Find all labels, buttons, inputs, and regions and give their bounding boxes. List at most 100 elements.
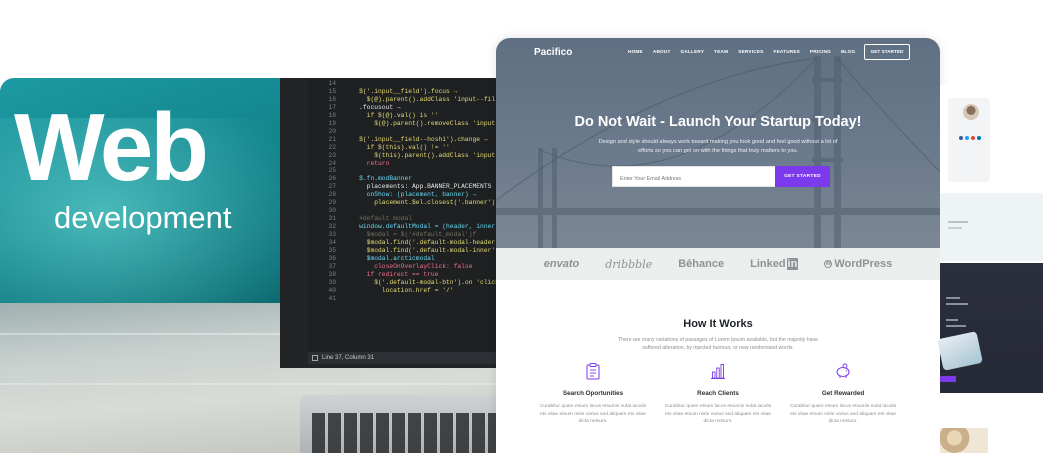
feature-rewarded: Get Rewarded Curabitur quam etsum lacus … (788, 362, 898, 426)
dark-section (937, 263, 1043, 393)
preview-button[interactable] (940, 376, 956, 382)
code-text: .focusout → (344, 103, 401, 111)
code-text: placement.$el.closest('.banner').show() (374, 199, 500, 207)
hero-section: Pacifico HOME ABOUT GALLERY TEAM SERVICE… (496, 38, 940, 248)
code-line: 22 if $(this).val() != '' (314, 144, 500, 152)
line-number: 41 (328, 294, 336, 302)
section-title: How It Works (683, 318, 753, 330)
linkedin-text: Linked (750, 258, 786, 270)
website-mockup: Pacifico HOME ABOUT GALLERY TEAM SERVICE… (496, 38, 940, 453)
facebook-icon[interactable] (959, 136, 963, 140)
social-icons (959, 136, 981, 140)
linkedin-icon[interactable] (977, 136, 981, 140)
code-text: $modal.arcticmodal (344, 254, 435, 262)
code-text: $(@).parent().addClass 'input--filled' (344, 95, 500, 103)
code-line: 40 location.href = '/' (314, 287, 500, 295)
line-number: 28 (328, 191, 336, 199)
email-field[interactable] (613, 169, 775, 189)
code-line: 28 onShow: (placement, banner) → (314, 191, 500, 199)
code-line: 15 $('.input__field').focus → (314, 88, 500, 96)
hero-get-started-button[interactable]: GET STARTED (775, 166, 830, 187)
line-number: 20 (328, 127, 336, 135)
line-number: 39 (328, 278, 336, 286)
nav-pricing[interactable]: PRICING (810, 49, 831, 54)
keyboard-keys (312, 413, 502, 453)
wordpress-icon: W (824, 260, 833, 268)
banner-subheadline: development (54, 200, 232, 235)
nav-team[interactable]: TEAM (714, 49, 728, 54)
feature-description: Curabitur quam etsum lacus etsumis nulat… (789, 404, 897, 424)
line-number: 15 (328, 87, 336, 95)
nav-get-started-button[interactable]: GET STARTED (864, 44, 910, 60)
nav-menu: HOME ABOUT GALLERY TEAM SERVICES FEATURE… (628, 49, 855, 54)
feature-title: Search Oportunities (562, 390, 624, 397)
line-number: 32 (328, 223, 336, 231)
line-number: 21 (328, 135, 336, 143)
line-number: 30 (328, 207, 336, 215)
nav-gallery[interactable]: GALLERY (681, 49, 705, 54)
code-line: 27 placements: App.BANNER_PLACEMENTS (314, 183, 500, 191)
code-text: if redirect == true (344, 270, 439, 278)
nav-services[interactable]: SERVICES (738, 49, 763, 54)
code-text: $('.input__field--hoshi').change → (344, 135, 488, 143)
code-text: if $(@).val() is '' (344, 111, 439, 119)
nav-features[interactable]: FEATURES (774, 49, 801, 54)
wordpress-text: WordPress (834, 258, 893, 270)
line-number: 17 (328, 103, 336, 111)
brand-logo[interactable]: Pacifico (534, 47, 572, 58)
nav-home[interactable]: HOME (628, 49, 643, 54)
text-line (946, 297, 960, 299)
email-field-wrapper (612, 166, 776, 189)
line-number: 37 (328, 262, 336, 270)
line-number: 24 (328, 159, 336, 167)
code-text: closeOnOverlayClick: false (344, 262, 473, 270)
code-text: onShow: (placement, banner) → (344, 191, 477, 199)
nav-about[interactable]: ABOUT (653, 49, 671, 54)
partner-logos: envato dribbble Bēhance Linked in W WordPr… (496, 248, 940, 280)
line-number: 29 (328, 199, 336, 207)
code-line: 34 $modal.find('.default-modal-header').… (314, 239, 500, 247)
secondary-page-preview (937, 85, 1043, 453)
code-line: 26 $.fn.modBanner (314, 175, 500, 183)
twitter-icon[interactable] (965, 136, 969, 140)
code-line: 35 $modal.find('.default-modal-inner').h… (314, 247, 500, 255)
hero-subtitle: Design and style should always work towa… (598, 139, 838, 154)
feature-reach: Reach Clients Curabitur quam etsum lacus… (663, 362, 773, 426)
code-text: $modal.find('.default-modal-header').tex… (366, 239, 500, 247)
line-number: 38 (328, 270, 336, 278)
light-band (940, 193, 1043, 261)
top-navigation: Pacifico HOME ABOUT GALLERY TEAM SERVICE… (496, 38, 940, 66)
feature-title: Get Rewarded (821, 390, 865, 397)
code-line: 32 window.defaultModal = (header, inner,… (314, 223, 500, 231)
piggy-bank-icon (836, 363, 850, 378)
section-description: There are many variations of passages of… (617, 337, 819, 351)
code-text: location.href = '/' (344, 286, 454, 294)
code-line: 18 if $(@).val() is '' (314, 112, 500, 120)
code-line: 41 (314, 295, 500, 303)
editor-status-text: Line 37, Column 31 (322, 355, 375, 361)
code-line: 29 placement.$el.closest('.banner').show… (314, 199, 500, 207)
feature-title: Reach Clients (697, 390, 739, 397)
nav-blog[interactable]: BLOG (841, 49, 855, 54)
code-text: $(@).parent().removeClass 'input--filled (374, 119, 500, 127)
google-icon[interactable] (971, 136, 975, 140)
status-square-icon (312, 355, 318, 361)
line-number: 33 (328, 231, 336, 239)
text-line (946, 325, 966, 327)
how-it-works-section: How It Works There are many variations o… (496, 280, 940, 453)
feature-description: Curabitur quam etsum lacus etsumis nulat… (664, 404, 772, 424)
text-line (946, 303, 968, 305)
line-number: 35 (328, 247, 336, 255)
code-line: 33 $modal = $('#default_modal')f (314, 231, 500, 239)
line-number: 40 (328, 286, 336, 294)
banner-headline: Web (14, 94, 209, 201)
text-line (948, 221, 968, 223)
line-number: 34 (328, 239, 336, 247)
code-editor: 14 15 $('.input__field').focus → 16 $(@).p… (308, 78, 500, 363)
code-text: return (344, 159, 390, 167)
dribbble-logo: dribbble (605, 257, 653, 271)
line-number: 18 (328, 111, 336, 119)
line-number: 31 (328, 215, 336, 223)
code-line: 39 $('.default-modal-btn').on 'click', → (314, 279, 500, 287)
code-line: 16 $(@).parent().addClass 'input--filled… (314, 96, 500, 104)
